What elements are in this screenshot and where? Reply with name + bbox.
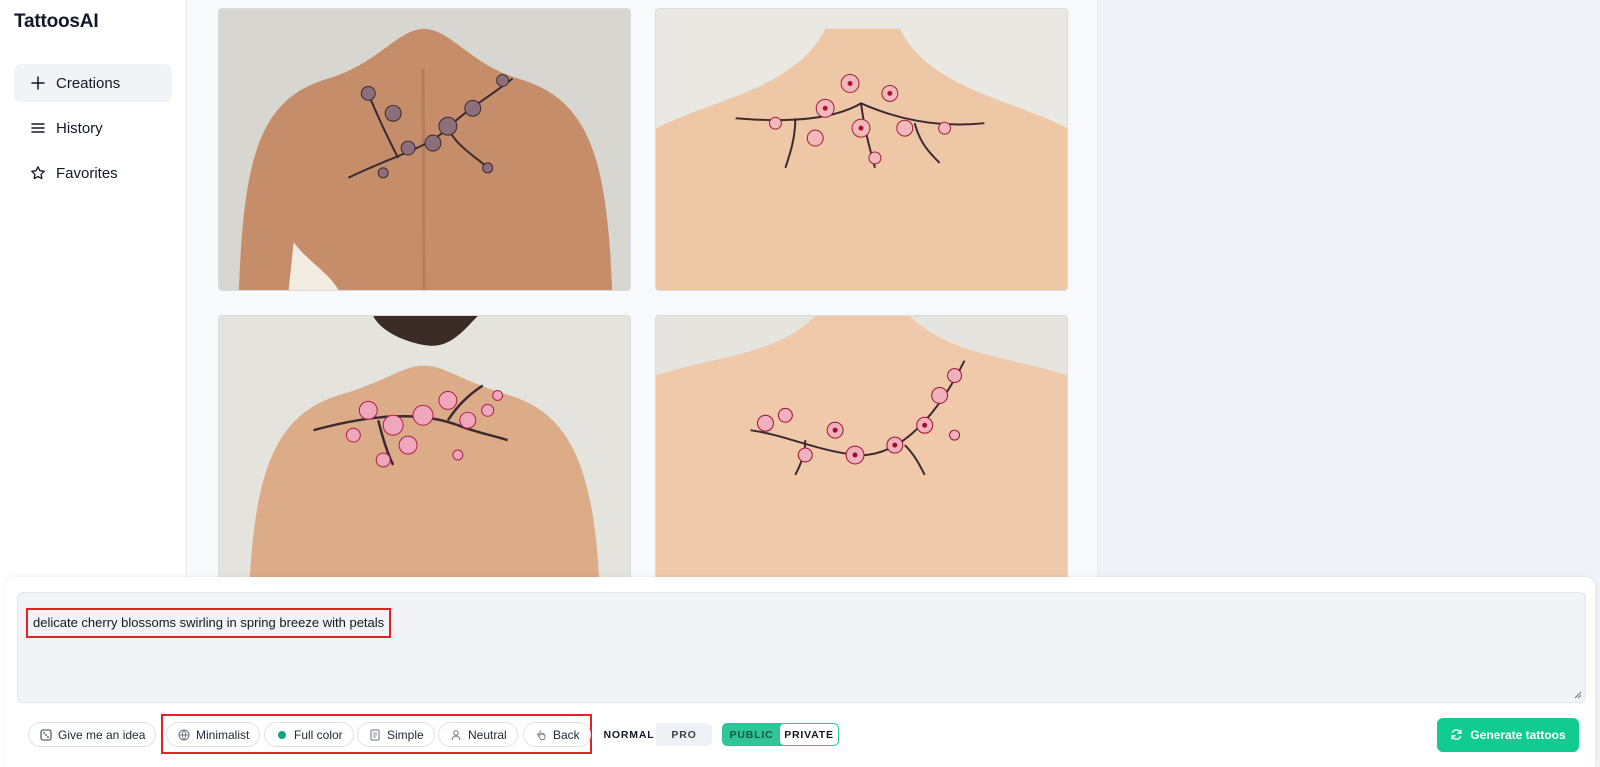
tattoo-image[interactable]	[218, 315, 631, 598]
visibility-toggle: PUBLIC PRIVATE	[722, 723, 839, 746]
sidebar-nav: Creations History Favorites	[14, 64, 172, 199]
sidebar-item-favorites[interactable]: Favorites	[14, 154, 172, 192]
option-label: Back	[553, 727, 580, 742]
prompt-text: delicate cherry blossoms swirling in spr…	[26, 608, 392, 638]
sidebar-item-history[interactable]: History	[14, 109, 172, 147]
option-label: Full color	[294, 727, 343, 742]
prompt-panel: delicate cherry blossoms swirling in spr…	[5, 577, 1595, 767]
pointer-icon	[534, 728, 547, 741]
visibility-private-option[interactable]: PRIVATE	[780, 724, 838, 745]
option-label: Neutral	[468, 727, 507, 742]
refresh-icon	[1450, 728, 1464, 742]
quality-normal-option[interactable]: NORMAL	[602, 723, 656, 746]
prompt-textarea[interactable]: delicate cherry blossoms swirling in spr…	[17, 592, 1586, 703]
menu-lines-icon	[30, 120, 46, 136]
option-label: Simple	[387, 727, 424, 742]
give-idea-label: Give me an idea	[58, 727, 146, 742]
color-dot-icon	[275, 728, 288, 741]
tattoo-image[interactable]	[655, 315, 1068, 598]
globe-icon	[177, 728, 190, 741]
quality-pro-option[interactable]: PRO	[656, 723, 712, 746]
generate-tattoos-button[interactable]: Generate tattoos	[1437, 718, 1579, 752]
tattoo-image[interactable]	[218, 8, 631, 291]
visibility-public-option[interactable]: PUBLIC	[723, 724, 780, 745]
quality-toggle: NORMAL PRO	[602, 723, 712, 746]
document-icon	[368, 728, 381, 741]
plus-icon	[30, 75, 46, 91]
star-icon	[30, 165, 46, 181]
dice-icon	[39, 728, 52, 741]
option-label: Minimalist	[196, 727, 250, 742]
sidebar-item-label: Creations	[56, 74, 121, 92]
sidebar-item-label: Favorites	[56, 164, 118, 182]
person-icon	[449, 728, 462, 741]
prompt-toolbar: Give me an idea Minimalist Full color Si…	[5, 714, 1595, 754]
give-idea-button[interactable]: Give me an idea	[28, 722, 157, 747]
option-full-color[interactable]: Full color	[264, 722, 354, 747]
sidebar-item-label: History	[56, 119, 103, 137]
app-logo[interactable]: TattoosAI	[14, 11, 99, 33]
option-back[interactable]: Back	[523, 722, 591, 747]
generate-label: Generate tattoos	[1470, 728, 1566, 742]
tattoo-image[interactable]	[655, 8, 1068, 291]
option-simple[interactable]: Simple	[357, 722, 435, 747]
sidebar-item-creations[interactable]: Creations	[14, 64, 172, 102]
option-minimalist[interactable]: Minimalist	[166, 722, 261, 747]
resize-handle-icon[interactable]	[1574, 691, 1582, 699]
option-neutral[interactable]: Neutral	[438, 722, 518, 747]
